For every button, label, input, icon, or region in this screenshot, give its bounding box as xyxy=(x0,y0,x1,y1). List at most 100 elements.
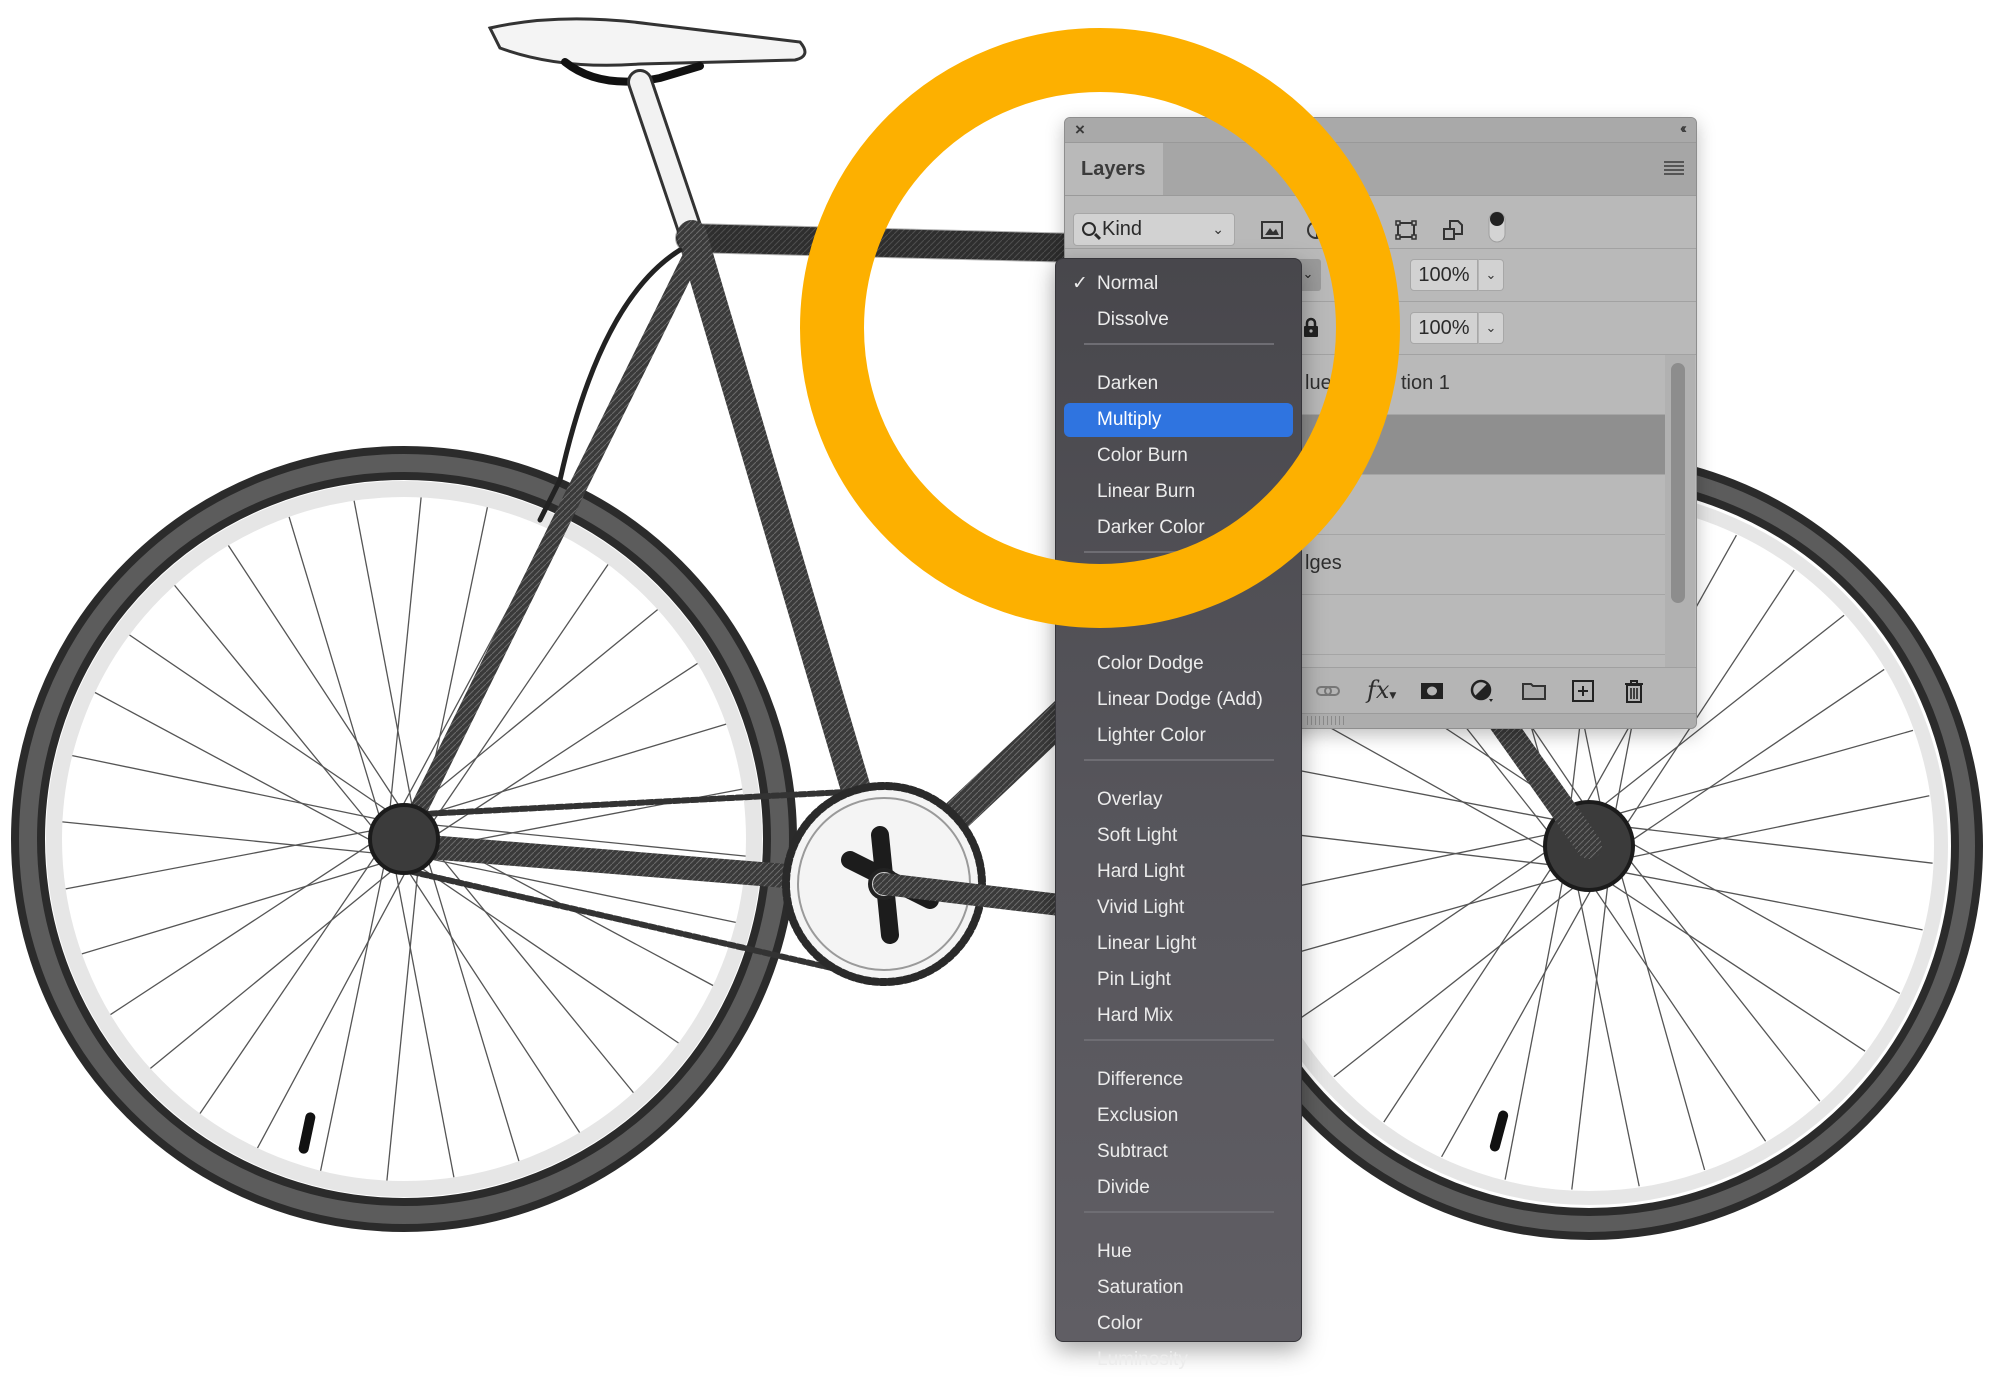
menu-item-multiply[interactable]: Multiply xyxy=(1064,403,1293,437)
menu-item-hue[interactable]: Hue xyxy=(1064,1235,1293,1269)
filter-kind-select[interactable]: Kind ⌄ xyxy=(1073,213,1235,246)
delete-layer-icon[interactable] xyxy=(1621,679,1647,703)
wheel-spoke xyxy=(386,865,420,1181)
wheel-spoke xyxy=(1571,881,1609,1190)
menu-item-hard-mix[interactable]: Hard Mix xyxy=(1064,999,1293,1033)
menu-item-linear-burn[interactable]: Linear Burn xyxy=(1064,475,1293,509)
menu-item-label: Color xyxy=(1097,1313,1143,1334)
shape-filter-icon[interactable] xyxy=(1395,220,1417,240)
menu-item-color-dodge[interactable]: Color Dodge xyxy=(1064,647,1293,681)
wheel-spoke xyxy=(149,867,397,1069)
menu-item-label: Linear Light xyxy=(1097,933,1197,954)
adjustment-filter-icon[interactable] xyxy=(1305,220,1327,240)
tab-layers[interactable]: Layers xyxy=(1065,143,1163,195)
image-filter-icon[interactable] xyxy=(1261,220,1283,240)
hamburger-menu-icon[interactable] xyxy=(1664,161,1684,175)
add-mask-icon[interactable] xyxy=(1419,679,1445,703)
wheel-spoke xyxy=(388,497,422,813)
menu-item-overlay[interactable]: Overlay xyxy=(1064,783,1293,817)
menu-item-subtract[interactable]: Subtract xyxy=(1064,1135,1293,1169)
opacity-dropdown-button[interactable]: ⌄ xyxy=(1478,259,1504,291)
wheel-spoke xyxy=(174,584,376,832)
wheel-spoke xyxy=(353,500,414,811)
link-layers-icon[interactable] xyxy=(1315,679,1341,703)
menu-item-label: Vivid Light xyxy=(1097,897,1185,918)
collapse-panel-button[interactable]: ‹‹ xyxy=(1680,120,1687,137)
menu-item-label: Linear Dodge (Add) xyxy=(1097,689,1263,710)
menu-item-linear-light[interactable]: Linear Light xyxy=(1064,927,1293,961)
menu-item-divide[interactable]: Divide xyxy=(1064,1171,1293,1205)
layer-name-fragment: tion 1 xyxy=(1401,372,1450,394)
menu-item-label: Subtract xyxy=(1097,1141,1168,1162)
close-icon[interactable]: × xyxy=(1075,120,1085,140)
menu-item-pin-light[interactable]: Pin Light xyxy=(1064,963,1293,997)
wheel-spoke xyxy=(319,861,386,1171)
menu-item-linear-dodge-add[interactable]: Linear Dodge (Add) xyxy=(1064,683,1293,717)
menu-item-darken[interactable]: Darken xyxy=(1064,367,1293,401)
wheel-spoke xyxy=(1624,826,1933,864)
wheel-spoke xyxy=(256,868,408,1149)
menu-item-label: Exclusion xyxy=(1097,1105,1179,1126)
smart-object-filter-icon[interactable] xyxy=(1442,220,1464,240)
wheel-spoke xyxy=(65,829,376,890)
menu-item-normal[interactable]: ✓ Normal xyxy=(1064,267,1293,301)
menu-item-label: Divide xyxy=(1097,1177,1150,1198)
kind-label: Kind xyxy=(1102,218,1143,240)
menu-item-label: Dissolve xyxy=(1097,309,1169,330)
wheel-spoke xyxy=(1576,884,1640,1187)
menu-item-soft-light[interactable]: Soft Light xyxy=(1064,819,1293,853)
filter-toggle-icon[interactable] xyxy=(1487,210,1507,244)
menu-item-lighter-color[interactable]: Lighter Color xyxy=(1064,719,1293,753)
search-icon xyxy=(1082,222,1096,236)
menu-item-luminosity[interactable]: Luminosity xyxy=(1064,1343,1293,1377)
menu-item-vivid-light[interactable]: Vivid Light xyxy=(1064,891,1293,925)
scrollbar-thumb[interactable] xyxy=(1671,363,1685,603)
menu-separator xyxy=(1084,551,1274,553)
menu-item-label: Saturation xyxy=(1097,1277,1184,1298)
wheel-spoke xyxy=(72,754,382,821)
menu-item-obscured[interactable] xyxy=(1064,611,1293,645)
menu-item-label: Color Dodge xyxy=(1097,653,1204,674)
menu-separator xyxy=(1084,1211,1274,1213)
wheel-spoke xyxy=(1613,729,1914,816)
menu-separator xyxy=(1084,1039,1274,1041)
menu-item-hard-light[interactable]: Hard Light xyxy=(1064,855,1293,889)
panel-titlebar[interactable]: × ‹‹ xyxy=(1065,118,1696,143)
bicycle-illustration xyxy=(11,17,1983,1240)
fx-icon[interactable]: fx▼ xyxy=(1367,678,1396,703)
menu-item-color[interactable]: Color xyxy=(1064,1307,1293,1341)
menu-item-label: Linear Burn xyxy=(1097,481,1196,502)
layer-name-fragment: lges xyxy=(1305,552,1342,574)
new-layer-icon[interactable] xyxy=(1570,679,1596,703)
menu-separator xyxy=(1084,343,1274,345)
wheel-spoke xyxy=(1607,880,1866,1052)
checkmark-icon: ✓ xyxy=(1072,273,1088,294)
menu-item-label: Lighter Color xyxy=(1097,725,1206,746)
menu-item-difference[interactable]: Difference xyxy=(1064,1063,1293,1097)
menu-item-darker-color[interactable]: Darker Color xyxy=(1064,511,1293,545)
menu-item-color-burn[interactable]: Color Burn xyxy=(1064,439,1293,473)
menu-item-obscured[interactable] xyxy=(1064,575,1293,609)
menu-item-dissolve[interactable]: Dissolve xyxy=(1064,303,1293,337)
lock-icon[interactable] xyxy=(1303,317,1319,337)
menu-item-label: Luminosity xyxy=(1097,1349,1188,1370)
new-adjustment-icon[interactable] xyxy=(1469,679,1495,703)
new-group-icon[interactable] xyxy=(1521,679,1547,703)
menu-item-exclusion[interactable]: Exclusion xyxy=(1064,1099,1293,1133)
wheel-spoke xyxy=(411,609,659,811)
blend-mode-menu: ✓ Normal Dissolve Darken Multiply Color Burn L… xyxy=(1055,258,1302,1370)
wheel-spoke xyxy=(110,841,375,1016)
fill-field[interactable]: 100% xyxy=(1410,312,1478,344)
wheel-spoke xyxy=(1627,795,1930,859)
menu-item-label: Difference xyxy=(1097,1069,1184,1090)
menu-item-label: Hue xyxy=(1097,1241,1132,1262)
menu-item-label: Darker Color xyxy=(1097,517,1205,538)
menu-item-saturation[interactable]: Saturation xyxy=(1064,1271,1293,1305)
menu-item-label: Multiply xyxy=(1097,409,1162,430)
fill-dropdown-button[interactable]: ⌄ xyxy=(1478,312,1504,344)
opacity-field[interactable]: 100% xyxy=(1410,259,1478,291)
wheel-spoke xyxy=(406,868,581,1133)
menu-separator xyxy=(1084,759,1274,761)
menu-item-label: Pin Light xyxy=(1097,969,1171,990)
resize-grip-handle[interactable] xyxy=(1307,716,1345,725)
